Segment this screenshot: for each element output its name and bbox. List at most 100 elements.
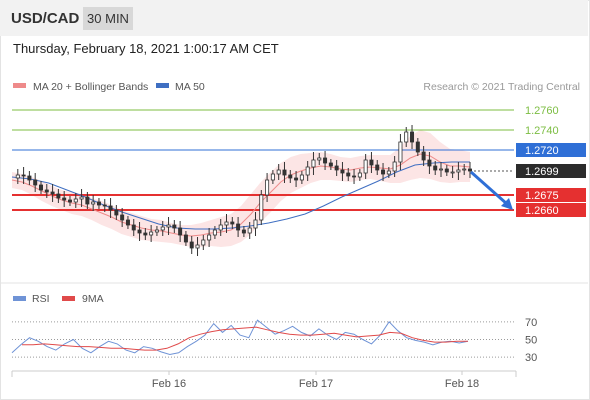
candle-body bbox=[381, 169, 386, 175]
candle-body bbox=[50, 191, 55, 195]
x-axis: Feb 16 Feb 17 Feb 18 bbox=[11, 370, 517, 390]
candle-body bbox=[131, 224, 136, 231]
candle-body bbox=[143, 232, 148, 236]
candle-body bbox=[236, 223, 241, 231]
candle-body bbox=[154, 229, 159, 233]
candle-body bbox=[160, 226, 165, 231]
candle-body bbox=[363, 159, 368, 174]
level-label-1.2675: 1.2675 bbox=[525, 190, 559, 202]
candle-body bbox=[218, 224, 223, 231]
candle-body bbox=[241, 229, 246, 234]
chart-canvas: 1.2760 1.2740 1.2720 1.2699 1.2675 1.2660 MA … bbox=[1, 81, 588, 390]
candle-body bbox=[392, 161, 397, 172]
candle-body bbox=[346, 172, 351, 177]
rsi-tick-label: 70 bbox=[525, 317, 537, 329]
candle-body bbox=[21, 174, 26, 177]
level-label-1.2660: 1.2660 bbox=[525, 205, 559, 217]
candle-body bbox=[317, 157, 322, 161]
candle-body bbox=[56, 193, 61, 199]
candle-body bbox=[323, 157, 328, 164]
candle-body bbox=[456, 169, 461, 173]
rsi-legend-swatch bbox=[13, 296, 26, 301]
candle-body bbox=[265, 179, 270, 196]
candle-body bbox=[79, 196, 84, 200]
candle-body bbox=[247, 227, 252, 234]
candle-body bbox=[172, 224, 177, 229]
candle-body bbox=[44, 189, 49, 193]
candle-body bbox=[85, 196, 90, 205]
candle-body bbox=[102, 204, 107, 207]
candle-body bbox=[259, 194, 264, 221]
candle-body bbox=[410, 131, 415, 143]
candle-body bbox=[288, 174, 293, 179]
ma9-line bbox=[22, 326, 468, 351]
candle-body bbox=[91, 201, 96, 205]
candle-body bbox=[404, 131, 409, 143]
level-label-1.2720: 1.2720 bbox=[525, 145, 559, 157]
candle-body bbox=[207, 234, 212, 241]
candle-body bbox=[96, 201, 101, 206]
candle-body bbox=[253, 219, 258, 229]
ma9-legend-swatch bbox=[62, 296, 75, 301]
candle-body bbox=[386, 170, 391, 175]
candle-body bbox=[27, 175, 32, 181]
candle-body bbox=[433, 165, 438, 171]
candle-body bbox=[183, 234, 188, 243]
candle-body bbox=[352, 175, 357, 178]
candle-body bbox=[467, 168, 472, 172]
rsi-panel: 70 50 30 bbox=[11, 317, 537, 364]
candle-body bbox=[375, 164, 380, 171]
candle-body bbox=[38, 184, 43, 191]
candle-body bbox=[125, 219, 130, 226]
rsi-legend-label: RSI bbox=[32, 293, 50, 305]
candle-body bbox=[444, 168, 449, 173]
candle-body bbox=[299, 174, 304, 181]
level-label-1.2760: 1.2760 bbox=[525, 105, 559, 117]
level-tags: 1.2760 1.2740 1.2720 1.2699 1.2675 1.2660 bbox=[516, 105, 586, 217]
x-tick-label: Feb 16 bbox=[152, 378, 186, 390]
candle-body bbox=[294, 177, 299, 181]
watermark: Research © 2021 Trading Central bbox=[423, 81, 580, 93]
candle-body bbox=[15, 174, 20, 179]
candle-body bbox=[189, 241, 194, 249]
candle-body bbox=[398, 141, 403, 163]
x-tick-label: Feb 18 bbox=[445, 378, 479, 390]
candle-body bbox=[439, 168, 444, 171]
candle-body bbox=[212, 229, 217, 236]
candle-body bbox=[224, 221, 229, 226]
candle-body bbox=[114, 209, 119, 216]
candle-body bbox=[33, 179, 38, 186]
candle-body bbox=[73, 198, 78, 203]
candle-body bbox=[137, 229, 142, 234]
ma50-legend-swatch bbox=[156, 83, 169, 88]
candle-body bbox=[369, 159, 374, 166]
candle-body bbox=[328, 162, 333, 167]
candle-body bbox=[166, 224, 171, 228]
candle-body bbox=[421, 151, 426, 161]
forecast-arrow-shaft bbox=[470, 170, 508, 206]
forecast-arrow bbox=[470, 170, 513, 210]
level-label-1.2740: 1.2740 bbox=[525, 125, 559, 137]
candle-body bbox=[201, 239, 206, 246]
candle-body bbox=[108, 205, 113, 211]
candle-body bbox=[357, 172, 362, 178]
candle-body bbox=[195, 244, 200, 249]
candle-body bbox=[340, 169, 345, 174]
ma20-legend-label: MA 20 + Bollinger Bands bbox=[33, 81, 148, 93]
ma50-legend-label: MA 50 bbox=[175, 81, 205, 93]
candle-body bbox=[178, 227, 183, 236]
candle-body bbox=[427, 159, 432, 167]
candle-body bbox=[311, 159, 316, 168]
ma20-legend-swatch bbox=[13, 83, 26, 88]
candle-body bbox=[305, 166, 310, 176]
candle-body bbox=[450, 171, 455, 174]
candle-body bbox=[230, 221, 235, 225]
candle-body bbox=[62, 197, 67, 201]
candle-body bbox=[282, 169, 287, 176]
candle-body bbox=[149, 231, 154, 236]
candle-body bbox=[334, 165, 339, 171]
candle-body bbox=[67, 199, 72, 203]
ma9-legend-label: 9MA bbox=[82, 293, 104, 305]
candle-body bbox=[462, 168, 467, 171]
rsi-tick-label: 30 bbox=[525, 352, 537, 364]
